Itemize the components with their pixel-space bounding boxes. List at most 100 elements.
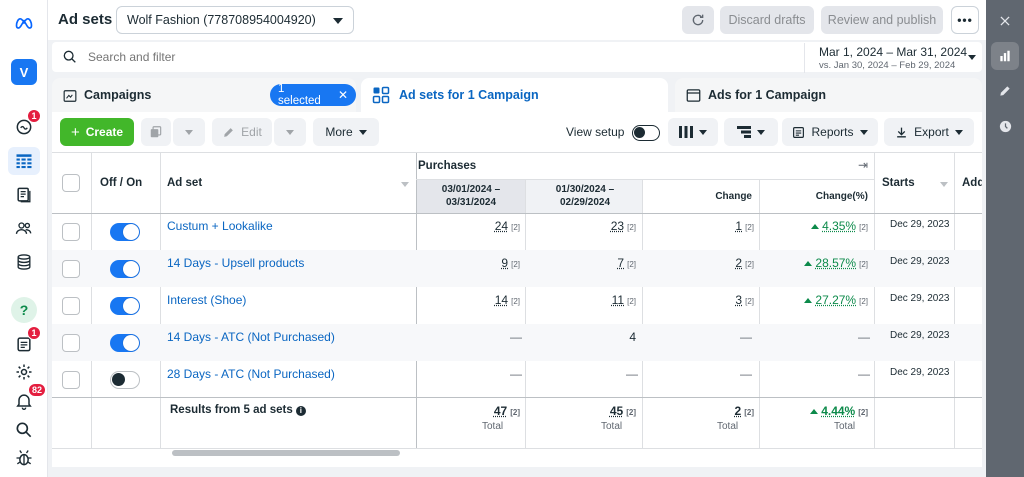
starts-date: Dec 29, 2023 [890,219,950,230]
header-adset[interactable]: Ad set [167,177,202,189]
date-range-picker[interactable]: Mar 1, 2024 – Mar 31, 2024 vs. Jan 30, 2… [804,43,986,73]
tab-ads[interactable]: Ads for 1 Campaign [675,78,982,112]
breakdown-icon [737,126,751,138]
row-toggle[interactable] [110,223,140,241]
purchases-change: 3 [2] [652,293,754,307]
value: 2 [735,256,743,270]
adset-name-link[interactable]: 28 Days - ATC (Not Purchased) [167,367,335,381]
close-icon[interactable] [991,7,1019,35]
columns-button[interactable] [668,118,718,146]
account-selector[interactable]: Wolf Fashion (778708954004920) [116,6,354,34]
footnote: [2] [744,408,754,417]
collapse-icon[interactable]: ⇥ [858,158,868,172]
totals-label: Results from 5 ad sets i [170,404,306,416]
edit-label: Edit [241,125,262,139]
info-icon[interactable]: i [295,406,306,416]
search-input[interactable] [88,47,778,67]
tab-adsets[interactable]: Ad sets for 1 Campaign [361,78,668,112]
settings-gear-icon[interactable] [8,358,40,386]
main-content: Ad sets Wolf Fashion (778708954004920) D… [48,0,986,477]
avatar-letter: V [19,64,29,80]
refresh-button[interactable] [682,6,714,34]
create-button[interactable]: + Create [60,118,134,146]
discard-drafts-button[interactable]: Discard drafts [720,6,814,34]
audiences-icon[interactable] [8,214,40,242]
more-options-button[interactable]: ••• [951,6,979,34]
select-all-checkbox[interactable] [62,174,80,192]
sort-icon[interactable] [401,182,409,187]
left-nav-rail: V 1 ? 1 82 [0,0,48,477]
edit-dropdown[interactable] [274,118,306,146]
row-checkbox[interactable] [62,371,80,389]
footnote: [2] [859,260,868,269]
up-arrow-icon [810,409,819,414]
view-setup-toggle[interactable] [632,125,660,141]
row-checkbox[interactable] [62,223,80,241]
meta-logo-icon[interactable] [8,9,40,37]
account-avatar[interactable]: V [11,59,37,85]
footnote: [2] [511,297,520,306]
purchases-period1: 9 [2] [432,256,520,270]
more-label: More [325,125,353,139]
review-publish-button[interactable]: Review and publish [821,6,943,34]
adset-name-link[interactable]: 14 Days - Upsell products [167,256,304,270]
row-checkbox[interactable] [62,334,80,352]
chart-icon[interactable] [991,42,1019,70]
sort-icon[interactable] [940,182,948,187]
chevron-down-icon [699,129,707,135]
value: 4.35% [822,219,857,233]
row-checkbox[interactable] [62,297,80,315]
bell-icon[interactable]: 82 [8,383,46,415]
campaigns-table-icon[interactable] [8,147,40,175]
col-divider [416,152,417,448]
bug-report-icon[interactable] [8,444,40,472]
account-overview-icon[interactable]: 1 [8,109,41,141]
adset-name-link[interactable]: 14 Days - ATC (Not Purchased) [167,330,335,344]
value: 28.57% [815,256,857,270]
pencil-icon[interactable] [991,77,1019,105]
reports-button[interactable]: Reports [782,118,878,146]
breakdown-button[interactable] [724,118,778,146]
export-button[interactable]: Export [884,118,974,146]
edit-button[interactable]: Edit [212,118,272,146]
header-period2: 01/30/2024 – 02/29/2024 [555,184,615,208]
selected-filter-pill[interactable]: 1 selected ✕ [270,83,356,107]
news-icon[interactable]: 1 [8,326,41,358]
duplicate-button[interactable] [141,118,171,146]
tab-campaigns[interactable]: Campaigns 1 selected ✕ [52,78,356,112]
date-range-compare: vs. Jan 30, 2024 – Feb 29, 2024 [819,60,956,71]
refresh-icon [692,14,704,26]
duplicate-dropdown[interactable] [173,118,205,146]
header-starts[interactable]: Starts [882,177,915,189]
header-add: Add [962,177,982,189]
horizontal-scrollbar[interactable] [172,450,400,456]
history-icon[interactable] [991,112,1019,140]
purchases-change-pct: — [858,367,870,381]
row-toggle[interactable] [110,297,140,315]
pages-icon[interactable] [8,181,40,209]
reports-icon [793,126,805,138]
view-setup-label: View setup [566,125,625,139]
date-range-main: Mar 1, 2024 – Mar 31, 2024 [819,45,968,59]
chevron-down-icon [185,129,193,135]
adset-name-link[interactable]: Custum + Lookalike [167,219,273,233]
more-button[interactable]: More [313,118,379,146]
create-label: Create [85,125,124,139]
export-label: Export [914,125,949,139]
tab-adsets-label: Ad sets for 1 Campaign [399,88,539,102]
plus-icon: + [70,123,80,141]
close-icon[interactable]: ✕ [338,88,348,102]
total-period1: 47 [2] [432,404,520,418]
row-toggle[interactable] [110,260,140,278]
search-icon[interactable] [8,416,40,444]
row-divider [52,213,982,214]
billing-icon[interactable] [8,248,40,276]
row-toggle[interactable] [110,371,140,389]
help-icon[interactable]: ? [11,297,37,323]
row-toggle[interactable] [110,334,140,352]
row-checkbox[interactable] [62,260,80,278]
total-sublabel: Total [601,421,623,432]
adsets-table: Off / On Ad set Purchases ⇥ 03/01/2024 –… [52,152,982,467]
value: 4.44% [821,404,856,418]
adset-name-link[interactable]: Interest (Shoe) [167,293,246,307]
